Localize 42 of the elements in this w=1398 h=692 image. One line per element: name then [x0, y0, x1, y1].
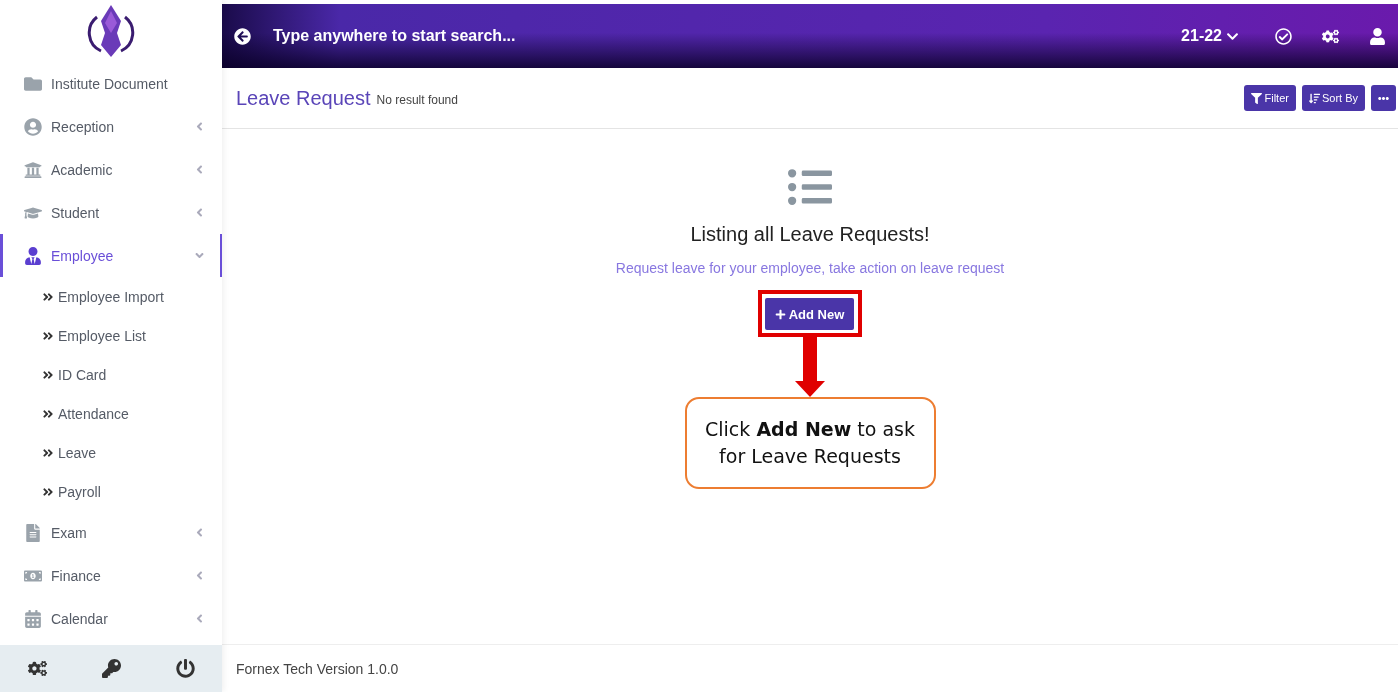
folder-icon [24, 74, 42, 93]
sidebar-item[interactable]: Calendar [0, 597, 222, 640]
add-new-button[interactable]: Add New [764, 298, 855, 330]
submenu-item[interactable]: ID Card [0, 355, 222, 394]
sidebar-item[interactable]: Institute Document [0, 62, 222, 105]
double-chevron-icon [42, 368, 54, 381]
logo-icon [87, 3, 135, 59]
result-status: No result found [376, 93, 459, 107]
employee-icon [24, 246, 42, 265]
submenu-item[interactable]: Payroll [0, 472, 222, 511]
plus-icon [774, 308, 786, 320]
filter-button[interactable]: Filter [1244, 85, 1296, 111]
empty-heading: Listing all Leave Requests! [690, 223, 930, 246]
sidebar-item[interactable]: Employee [0, 234, 222, 277]
double-chevron-icon [42, 290, 54, 303]
version-text: Fornex Tech Version 1.0.0 [236, 660, 399, 677]
sort-icon [1308, 92, 1320, 104]
sidebar-item[interactable]: Reception [0, 105, 222, 148]
submenu-item[interactable]: Leave [0, 433, 222, 472]
callout-text: Click Add New to ask for Leave Requests [684, 397, 936, 489]
double-chevron-icon [42, 446, 54, 459]
page-title: Leave Request [236, 86, 371, 110]
sidebar-item[interactable]: Academic [0, 148, 222, 191]
search-field[interactable]: Type anywhere to start search... [271, 26, 1156, 46]
double-chevron-icon [42, 485, 54, 498]
sidebar-item[interactable]: Finance [0, 554, 222, 597]
filter-icon [1251, 92, 1263, 104]
sort-button[interactable]: Sort By [1301, 85, 1365, 111]
more-button[interactable] [1371, 85, 1396, 111]
building-icon [24, 160, 42, 179]
empty-description: Request leave for your employee, take action on leave request [615, 260, 1005, 276]
double-chevron-icon [42, 407, 54, 420]
document-icon [24, 523, 42, 542]
submenu-item[interactable]: Employee Import [0, 277, 222, 316]
session-dropdown[interactable]: 21-22 [1175, 26, 1245, 46]
sidebar-item[interactable]: Exam [0, 511, 222, 554]
back-button[interactable] [234, 27, 251, 45]
submenu-item[interactable]: Attendance [0, 394, 222, 433]
double-chevron-icon [42, 329, 54, 342]
submenu-item[interactable]: Employee List [0, 316, 222, 355]
sidebar-item[interactable]: Student [0, 191, 222, 234]
calendar-icon [24, 609, 42, 628]
